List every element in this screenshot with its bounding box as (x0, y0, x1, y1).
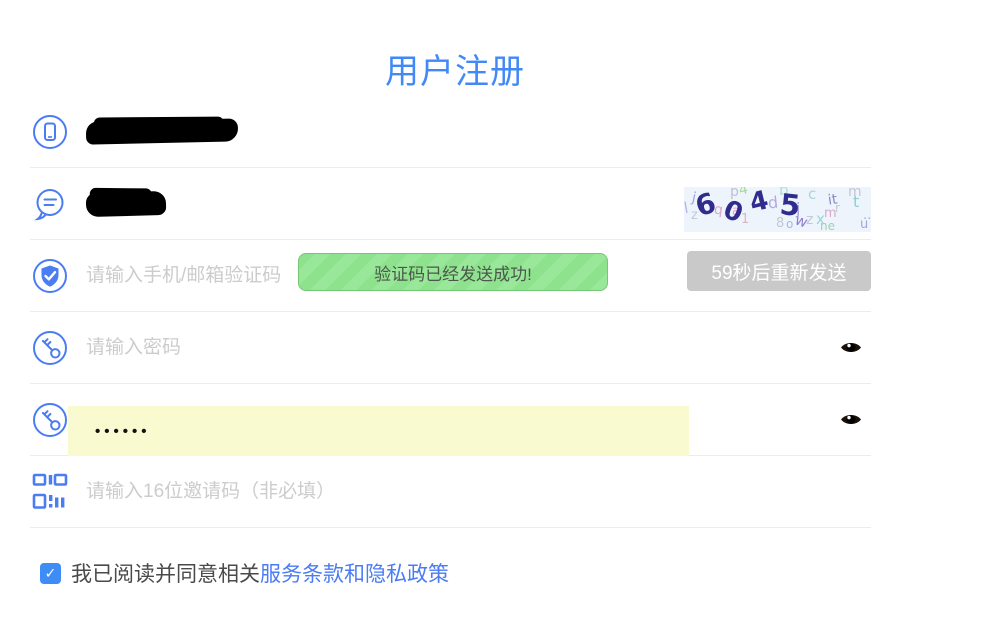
agreement-checkbox[interactable]: ✓ (40, 563, 61, 584)
phone-row (30, 96, 871, 168)
resend-code-button[interactable]: 59秒后重新发送 (687, 251, 871, 291)
redacted-account-value (86, 190, 167, 216)
qr-code-icon (32, 473, 70, 510)
invite-code-input[interactable] (86, 481, 646, 503)
eye-icon (840, 340, 862, 355)
phone-icon (32, 114, 70, 150)
confirm-password-field-highlight (68, 406, 689, 456)
toggle-confirm-password-visibility-button[interactable] (839, 411, 863, 429)
shield-check-icon (32, 258, 70, 294)
registration-page: 用户注册 (0, 0, 992, 625)
captcha-image[interactable]: ljzqp4a1db8ojwzxcitmrmtneu..6045 (684, 187, 871, 232)
verify-code-row: 验证码已经发送成功! 59秒后重新发送 (30, 240, 871, 312)
eye-icon (840, 412, 862, 427)
redacted-phone-value (86, 118, 238, 144)
key-icon (32, 330, 70, 366)
code-sent-toast: 验证码已经发送成功! (298, 253, 608, 291)
verify-code-input[interactable] (86, 265, 316, 287)
chat-icon (32, 186, 70, 222)
terms-privacy-link[interactable]: 服务条款和隐私政策 (260, 558, 449, 588)
password-row (30, 312, 871, 384)
invite-code-row (30, 456, 871, 528)
checkmark-icon: ✓ (45, 565, 57, 582)
agreement-text: 我已阅读并同意相关 (71, 558, 260, 588)
account-row: ljzqp4a1db8ojwzxcitmrmtneu..6045 (30, 168, 871, 240)
toggle-password-visibility-button[interactable] (839, 339, 863, 357)
password-input[interactable] (86, 337, 646, 359)
agreement-row: ✓ 我已阅读并同意相关服务条款和隐私政策 (40, 558, 992, 588)
key-icon (32, 402, 70, 438)
registration-form: ljzqp4a1db8ojwzxcitmrmtneu..6045 验证码已经发送… (30, 96, 871, 528)
confirm-password-input[interactable] (95, 423, 395, 440)
page-title: 用户注册 (0, 0, 910, 96)
confirm-password-row (30, 384, 871, 456)
